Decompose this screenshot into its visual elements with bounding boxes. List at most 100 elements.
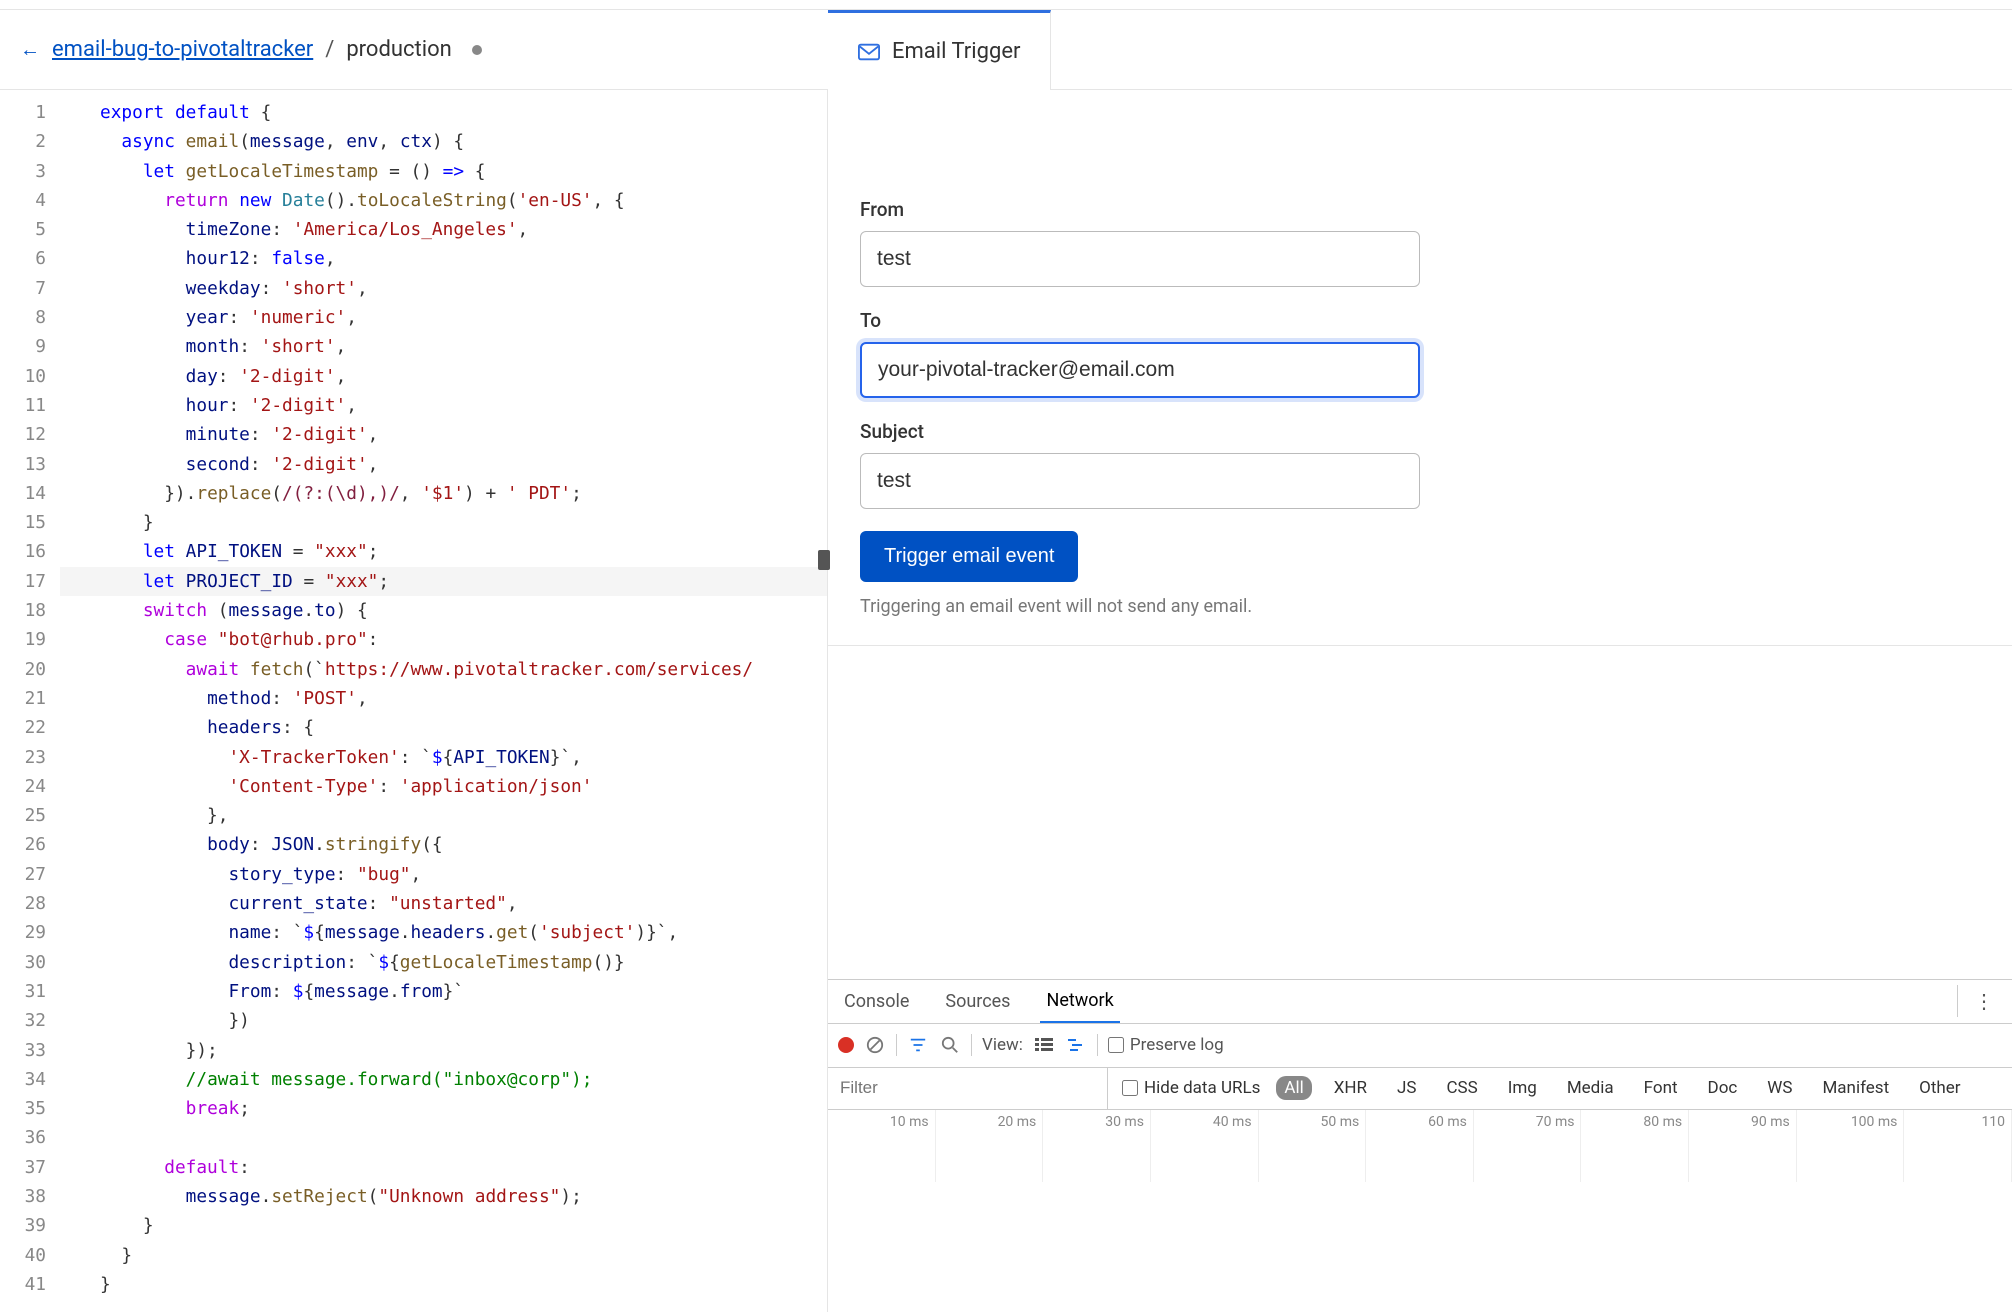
code-line[interactable]: }).replace(/(?:(\d),)/, '$1') + ' PDT'; <box>60 479 827 508</box>
code-line[interactable]: name: `${message.headers.get('subject')}… <box>60 918 827 947</box>
line-number: 9 <box>0 332 46 361</box>
devtools-menu-icon[interactable]: ⋮ <box>1957 985 2002 1017</box>
line-number: 17 <box>0 567 46 596</box>
devtools-filter-row: Hide data URLs All XHR JS CSS Img Media Font Do… <box>828 1068 2012 1110</box>
filter-pill-img[interactable]: Img <box>1500 1076 1545 1100</box>
tab-email-trigger[interactable]: Email Trigger <box>828 10 1051 90</box>
code-line[interactable]: break; <box>60 1094 827 1123</box>
devtools-tab-network[interactable]: Network <box>1040 980 1119 1023</box>
code-line[interactable]: month: 'short', <box>60 332 827 361</box>
filter-pill-all[interactable]: All <box>1276 1076 1311 1100</box>
filter-pill-css[interactable]: CSS <box>1438 1076 1485 1100</box>
search-icon[interactable] <box>939 1034 961 1056</box>
code-line[interactable]: await fetch(`https://www.pivotaltracker.… <box>60 655 827 684</box>
code-line[interactable]: minute: '2-digit', <box>60 420 827 449</box>
filter-pill-other[interactable]: Other <box>1911 1076 1968 1100</box>
code-line[interactable]: method: 'POST', <box>60 684 827 713</box>
subject-input[interactable] <box>860 453 1420 509</box>
clear-icon[interactable] <box>864 1034 886 1056</box>
preserve-log-input[interactable] <box>1108 1037 1124 1053</box>
line-number: 1 <box>0 98 46 127</box>
devtools-toolbar: View: Preserve log <box>828 1024 2012 1068</box>
line-number: 3 <box>0 157 46 186</box>
filter-pill-font[interactable]: Font <box>1636 1076 1686 1100</box>
filter-pill-media[interactable]: Media <box>1559 1076 1622 1100</box>
line-number: 10 <box>0 362 46 391</box>
code-line[interactable]: default: <box>60 1153 827 1182</box>
devtools: Console Sources Network ⋮ View: Preserve… <box>828 979 2012 1312</box>
code-line[interactable]: } <box>60 1211 827 1240</box>
main: 1234567891011121314151617181920212223242… <box>0 90 2012 1312</box>
back-arrow-icon[interactable]: ← <box>20 37 40 62</box>
trigger-hint: Triggering an email event will not send … <box>860 596 1980 617</box>
code-line[interactable]: year: 'numeric', <box>60 303 827 332</box>
code-line[interactable]: day: '2-digit', <box>60 362 827 391</box>
to-input[interactable] <box>860 342 1420 398</box>
filter-pill-xhr[interactable]: XHR <box>1326 1076 1375 1100</box>
code-line[interactable]: async email(message, env, ctx) { <box>60 127 827 156</box>
code-line[interactable]: 'X-TrackerToken': `${API_TOKEN}`, <box>60 743 827 772</box>
code-line[interactable]: hour12: false, <box>60 244 827 273</box>
code-line[interactable]: message.setReject("Unknown address"); <box>60 1182 827 1211</box>
code-line[interactable]: } <box>60 1241 827 1270</box>
code-line[interactable]: story_type: "bug", <box>60 860 827 889</box>
devtools-tab-console[interactable]: Console <box>838 981 915 1022</box>
code-line[interactable]: description: `${getLocaleTimestamp()} <box>60 948 827 977</box>
email-trigger-form: From To Subject Trigger email event Trig… <box>828 170 2012 646</box>
right-pane: Email Trigger From To Subject Trigger em… <box>828 90 2012 1312</box>
code-line[interactable]: switch (message.to) { <box>60 596 827 625</box>
filter-pill-js[interactable]: JS <box>1389 1076 1424 1100</box>
code-line[interactable]: return new Date().toLocaleString('en-US'… <box>60 186 827 215</box>
filter-pill-ws[interactable]: WS <box>1759 1076 1800 1100</box>
code-line[interactable]: } <box>60 1270 827 1299</box>
code-line[interactable]: second: '2-digit', <box>60 450 827 479</box>
code-line[interactable]: let PROJECT_ID = "xxx"; <box>60 567 827 596</box>
code-line[interactable]: }); <box>60 1036 827 1065</box>
preserve-log-checkbox[interactable]: Preserve log <box>1108 1035 1224 1055</box>
code-line[interactable]: let API_TOKEN = "xxx"; <box>60 537 827 566</box>
devtools-tab-sources[interactable]: Sources <box>939 981 1016 1022</box>
panel-tab-bar: Email Trigger <box>828 10 2012 90</box>
timeline-tick: 20 ms <box>936 1110 1044 1182</box>
breadcrumb-link[interactable]: email-bug-to-pivotaltracker <box>52 37 313 62</box>
code-line[interactable]: } <box>60 508 827 537</box>
code-line[interactable]: body: JSON.stringify({ <box>60 830 827 859</box>
trigger-email-button[interactable]: Trigger email event <box>860 531 1078 582</box>
code-line[interactable]: hour: '2-digit', <box>60 391 827 420</box>
hide-data-urls-checkbox[interactable]: Hide data URLs <box>1122 1078 1260 1098</box>
code-line[interactable]: //await message.forward("inbox@corp"); <box>60 1065 827 1094</box>
code-line[interactable]: export default { <box>60 98 827 127</box>
code-line[interactable]: }, <box>60 801 827 830</box>
code-line[interactable]: let getLocaleTimestamp = () => { <box>60 157 827 186</box>
breadcrumb-separator: / <box>325 37 334 62</box>
network-timeline[interactable]: 10 ms20 ms30 ms40 ms50 ms60 ms70 ms80 ms… <box>828 1110 2012 1182</box>
scrollbar-handle[interactable] <box>818 550 830 570</box>
code-line[interactable]: timeZone: 'America/Los_Angeles', <box>60 215 827 244</box>
view-waterfall-icon[interactable] <box>1065 1034 1087 1056</box>
line-number: 39 <box>0 1211 46 1240</box>
filter-pill-manifest[interactable]: Manifest <box>1814 1076 1897 1100</box>
record-icon[interactable] <box>838 1037 854 1053</box>
line-number: 34 <box>0 1065 46 1094</box>
network-filter-input[interactable] <box>828 1068 1108 1109</box>
code-line[interactable]: headers: { <box>60 713 827 742</box>
code-line[interactable]: case "bot@rhub.pro": <box>60 625 827 654</box>
code-line[interactable]: From: ${message.from}` <box>60 977 827 1006</box>
from-input[interactable] <box>860 231 1420 287</box>
filter-icon[interactable] <box>907 1034 929 1056</box>
view-list-icon[interactable] <box>1033 1034 1055 1056</box>
timeline-tick: 50 ms <box>1259 1110 1367 1182</box>
code-line[interactable]: 'Content-Type': 'application/json' <box>60 772 827 801</box>
line-number: 2 <box>0 127 46 156</box>
code-area[interactable]: export default { async email(message, en… <box>60 90 827 1312</box>
code-line[interactable]: weekday: 'short', <box>60 274 827 303</box>
code-editor[interactable]: 1234567891011121314151617181920212223242… <box>0 90 828 1312</box>
code-line[interactable] <box>60 1123 827 1152</box>
line-number: 25 <box>0 801 46 830</box>
code-line[interactable]: current_state: "unstarted", <box>60 889 827 918</box>
timeline-tick: 100 ms <box>1797 1110 1905 1182</box>
code-line[interactable]: }) <box>60 1006 827 1035</box>
hide-data-urls-input[interactable] <box>1122 1080 1138 1096</box>
filter-pill-doc[interactable]: Doc <box>1700 1076 1746 1100</box>
line-number: 21 <box>0 684 46 713</box>
